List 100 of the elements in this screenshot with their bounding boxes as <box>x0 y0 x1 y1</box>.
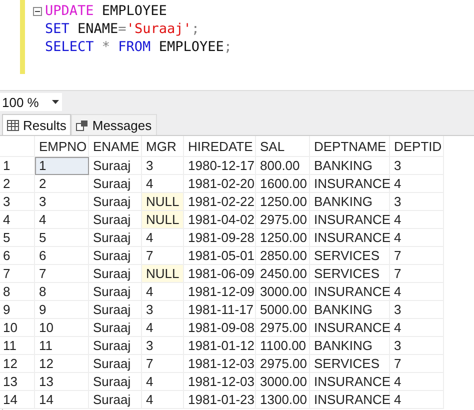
table-cell: 3 <box>142 337 184 355</box>
table-cell: INSURANCE <box>310 229 390 247</box>
table-cell: 4 <box>390 283 444 301</box>
column-header: DEPTNAME <box>310 136 390 157</box>
results-tab[interactable]: Results <box>2 114 72 135</box>
code-line: SET ENAME='Suraaj'; <box>45 21 200 37</box>
table-cell: 3 <box>35 193 89 211</box>
row-number: 12 <box>0 355 35 373</box>
table-cell: 2450.00 <box>256 265 310 283</box>
column-header: DEPTID <box>390 136 444 157</box>
table-cell: 2975.00 <box>256 319 310 337</box>
table-cell: Suraaj <box>89 373 142 391</box>
table-cell: NULL <box>142 193 184 211</box>
row-number: 1 <box>0 157 35 175</box>
table-cell: 3 <box>390 301 444 319</box>
table-cell: 1981-09-08 <box>184 319 256 337</box>
table-cell: 6 <box>35 247 89 265</box>
table-cell: 7 <box>35 265 89 283</box>
row-number: 13 <box>0 373 35 391</box>
table-cell: Suraaj <box>89 175 142 193</box>
table-cell: INSURANCE <box>310 283 390 301</box>
table-cell: 3 <box>142 301 184 319</box>
table-cell: 3 <box>390 193 444 211</box>
table-cell: 1981-01-12 <box>184 337 256 355</box>
table-cell: 2975.00 <box>256 355 310 373</box>
table-cell: 1981-06-09 <box>184 265 256 283</box>
grid-icon <box>7 120 19 130</box>
table-cell: 14 <box>35 391 89 409</box>
column-header: MGR <box>142 136 184 157</box>
table-cell: 8 <box>35 283 89 301</box>
row-number: 14 <box>0 391 35 409</box>
table-cell: 7 <box>390 355 444 373</box>
table-cell: Suraaj <box>89 157 142 175</box>
table-cell: 1300.00 <box>256 391 310 409</box>
table-cell: 1981-02-20 <box>184 175 256 193</box>
table-cell: 11 <box>35 337 89 355</box>
table-cell: SERVICES <box>310 247 390 265</box>
table-cell: 13 <box>35 373 89 391</box>
table-cell: 1981-12-03 <box>184 373 256 391</box>
table-cell: 7 <box>390 265 444 283</box>
table-cell: 1250.00 <box>256 229 310 247</box>
table-cell: 1981-12-09 <box>184 283 256 301</box>
table-cell: INSURANCE <box>310 373 390 391</box>
row-number: 2 <box>0 175 35 193</box>
table-cell: 1981-05-01 <box>184 247 256 265</box>
table-cell: INSURANCE <box>310 211 390 229</box>
table-cell: 9 <box>35 301 89 319</box>
code-line: UPDATE EMPLOYEE <box>45 3 167 19</box>
table-cell: 4 <box>142 391 184 409</box>
row-number: 11 <box>0 337 35 355</box>
table-cell: INSURANCE <box>310 391 390 409</box>
table-cell: Suraaj <box>89 337 142 355</box>
table-cell: INSURANCE <box>310 319 390 337</box>
column-header: ENAME <box>89 136 142 157</box>
row-number: 8 <box>0 283 35 301</box>
column-header: SAL <box>256 136 310 157</box>
table-cell: 2 <box>35 175 89 193</box>
table-cell: Suraaj <box>89 247 142 265</box>
table-cell: 3 <box>390 337 444 355</box>
table-cell: 4 <box>390 391 444 409</box>
table-cell: 2850.00 <box>256 247 310 265</box>
table-cell: 4 <box>35 211 89 229</box>
table-cell: 1 <box>35 157 89 175</box>
table-cell: 1981-09-28 <box>184 229 256 247</box>
caret-icon <box>52 100 59 104</box>
table-cell: 2975.00 <box>256 211 310 229</box>
collapse-icon[interactable] <box>33 6 42 16</box>
table-cell: 1100.00 <box>256 337 310 355</box>
table-cell: BANKING <box>310 157 390 175</box>
table-cell: 4 <box>390 229 444 247</box>
table-cell: 4 <box>390 175 444 193</box>
table-cell: 800.00 <box>256 157 310 175</box>
table-cell: Suraaj <box>89 301 142 319</box>
table-cell: Suraaj <box>89 391 142 409</box>
table-cell: 4 <box>142 283 184 301</box>
table-cell: Suraaj <box>89 211 142 229</box>
table-cell: BANKING <box>310 193 390 211</box>
zoom-dropdown[interactable]: 100 % <box>0 93 62 111</box>
table-cell: BANKING <box>310 337 390 355</box>
table-cell: 7 <box>390 247 444 265</box>
table-cell: SERVICES <box>310 265 390 283</box>
table-cell: 4 <box>142 319 184 337</box>
table-cell: SERVICES <box>310 355 390 373</box>
table-cell: 4 <box>142 175 184 193</box>
table-cell: 3 <box>142 157 184 175</box>
table-cell: 4 <box>142 229 184 247</box>
row-number: 4 <box>0 211 35 229</box>
table-cell: 1981-02-22 <box>184 193 256 211</box>
table-cell: 3000.00 <box>256 283 310 301</box>
table-cell: 1981-11-17 <box>184 301 256 319</box>
table-cell: Suraaj <box>89 355 142 373</box>
table-cell: 4 <box>390 373 444 391</box>
row-number: 5 <box>0 229 35 247</box>
row-number: 10 <box>0 319 35 337</box>
table-cell: 4 <box>390 211 444 229</box>
table-cell: INSURANCE <box>310 175 390 193</box>
table-cell: 3000.00 <box>256 373 310 391</box>
row-number: 6 <box>0 247 35 265</box>
results-tab[interactable]: Messages <box>71 114 157 135</box>
table-cell: 1250.00 <box>256 193 310 211</box>
